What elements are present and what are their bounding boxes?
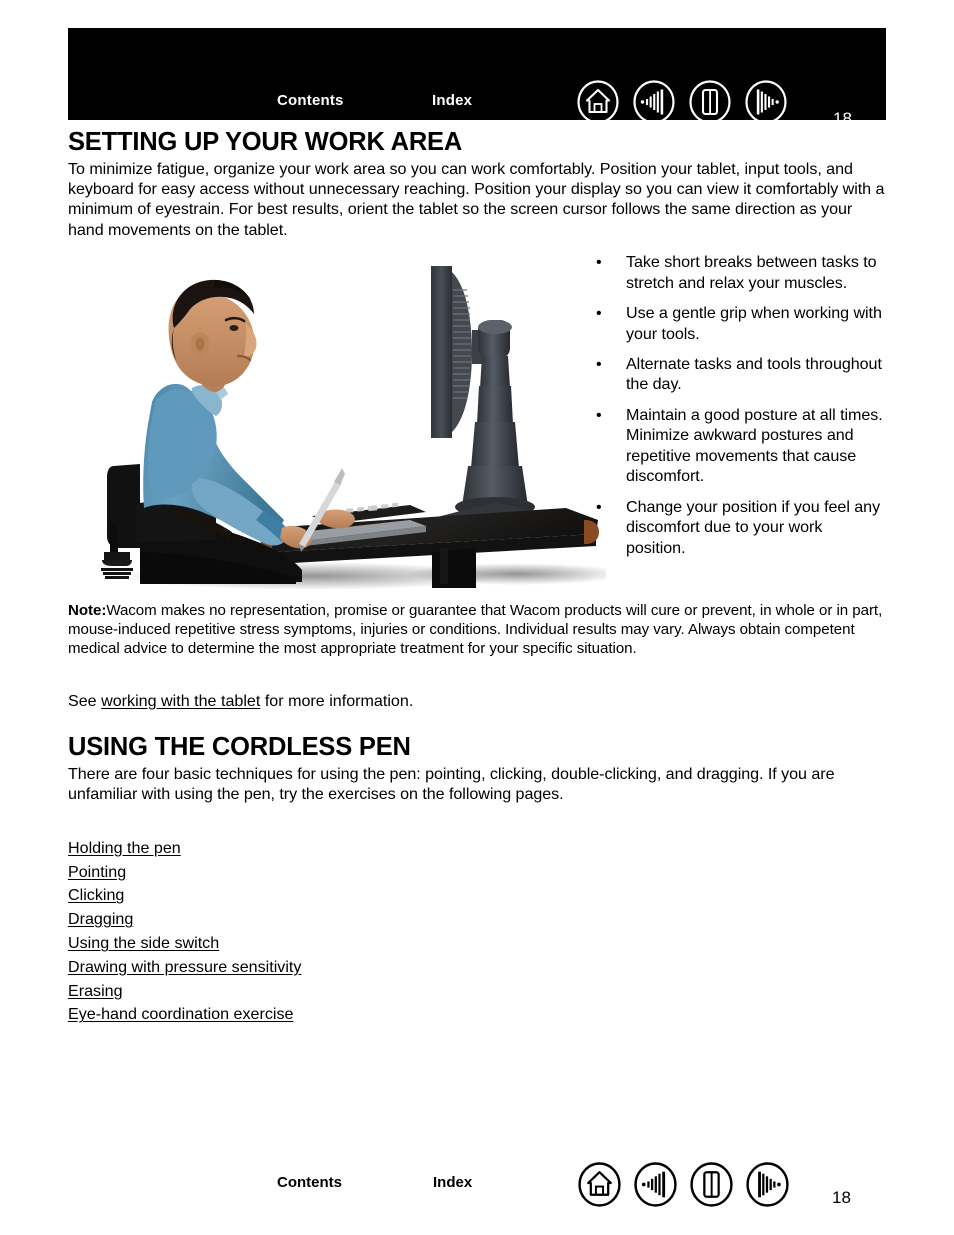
header-index-link[interactable]: Index: [432, 93, 472, 108]
link-eye-hand-coordination-exercise[interactable]: Eye-hand coordination exercise: [68, 1003, 293, 1027]
section-title-setting-up-work-area: SETTING UP YOUR WORK AREA: [68, 128, 463, 156]
bullet-marker: •: [596, 304, 602, 323]
page-content: SETTING UP YOUR WORK AREA To minimize fa…: [68, 128, 886, 1027]
note-text: Wacom makes no representation, promise o…: [68, 602, 883, 658]
list-item-text: Change your position if you feel any dis…: [626, 497, 881, 557]
ergonomics-note: Note:Wacom makes no representation, prom…: [68, 602, 886, 659]
page-view-icon[interactable]: [688, 80, 732, 124]
footer-nav-icons: [577, 1162, 790, 1207]
list-item-text: Alternate tasks and tools throughout the…: [626, 355, 882, 394]
link-erasing[interactable]: Erasing: [68, 980, 123, 1004]
list-item-text: Take short breaks between tasks to stret…: [626, 253, 877, 292]
bullet-marker: •: [596, 355, 602, 374]
list-item: • Alternate tasks and tools throughout t…: [596, 354, 886, 395]
link-using-the-side-switch[interactable]: Using the side switch: [68, 932, 219, 956]
list-item-text: Maintain a good posture at all times. Mi…: [626, 405, 883, 486]
header-page-number: 18: [833, 109, 852, 128]
home-icon[interactable]: [576, 80, 620, 124]
footer-index-link[interactable]: Index: [433, 1175, 472, 1190]
link-dragging[interactable]: Dragging: [68, 908, 133, 932]
header-nav-icons: [576, 80, 788, 124]
section-title-using-cordless-pen: USING THE CORDLESS PEN: [68, 733, 411, 762]
ergonomic-workstation-photo: [96, 252, 606, 591]
figure-and-bullets-row: • Take short breaks between tasks to str…: [68, 252, 886, 592]
see-also-line: See working with the tablet for more inf…: [68, 691, 886, 711]
list-item: • Use a gentle grip when working with yo…: [596, 303, 886, 344]
link-clicking[interactable]: Clicking: [68, 884, 124, 908]
bullet-marker: •: [596, 253, 602, 272]
link-holding-the-pen[interactable]: Holding the pen: [68, 837, 181, 861]
previous-view-icon[interactable]: [632, 80, 676, 124]
link-drawing-with-pressure-sensitivity[interactable]: Drawing with pressure sensitivity: [68, 956, 301, 980]
ergonomic-tips-list: • Take short breaks between tasks to str…: [596, 252, 886, 568]
page-header-bar: Contents Index 18: [68, 28, 886, 127]
next-view-icon[interactable]: [744, 80, 788, 124]
see-also-suffix: for more information.: [260, 691, 414, 710]
section2-intro-paragraph: There are four basic techniques for usin…: [68, 764, 835, 804]
list-item: • Maintain a good posture at all times. …: [596, 405, 886, 487]
footer-page-number: 18: [832, 1188, 851, 1207]
list-item: • Take short breaks between tasks to str…: [596, 252, 886, 293]
bullet-marker: •: [596, 497, 602, 516]
link-working-with-the-tablet[interactable]: working with the tablet: [101, 692, 260, 710]
previous-view-icon[interactable]: [633, 1162, 678, 1207]
see-also-prefix: See: [68, 691, 102, 710]
page-view-icon[interactable]: [689, 1162, 734, 1207]
list-item: • Change your position if you feel any d…: [596, 497, 886, 558]
link-pointing[interactable]: Pointing: [68, 861, 126, 885]
note-label: Note:: [68, 602, 107, 620]
bullet-marker: •: [596, 405, 602, 424]
list-item-text: Use a gentle grip when working with your…: [626, 304, 882, 343]
cordless-pen-topic-links: Holding the pen Pointing Clicking Draggi…: [68, 837, 886, 1028]
header-contents-link[interactable]: Contents: [277, 93, 344, 108]
home-icon[interactable]: [577, 1162, 622, 1207]
section1-intro-paragraph: To minimize fatigue, organize your work …: [68, 159, 885, 239]
next-view-icon[interactable]: [745, 1162, 790, 1207]
footer-contents-link[interactable]: Contents: [277, 1175, 342, 1190]
